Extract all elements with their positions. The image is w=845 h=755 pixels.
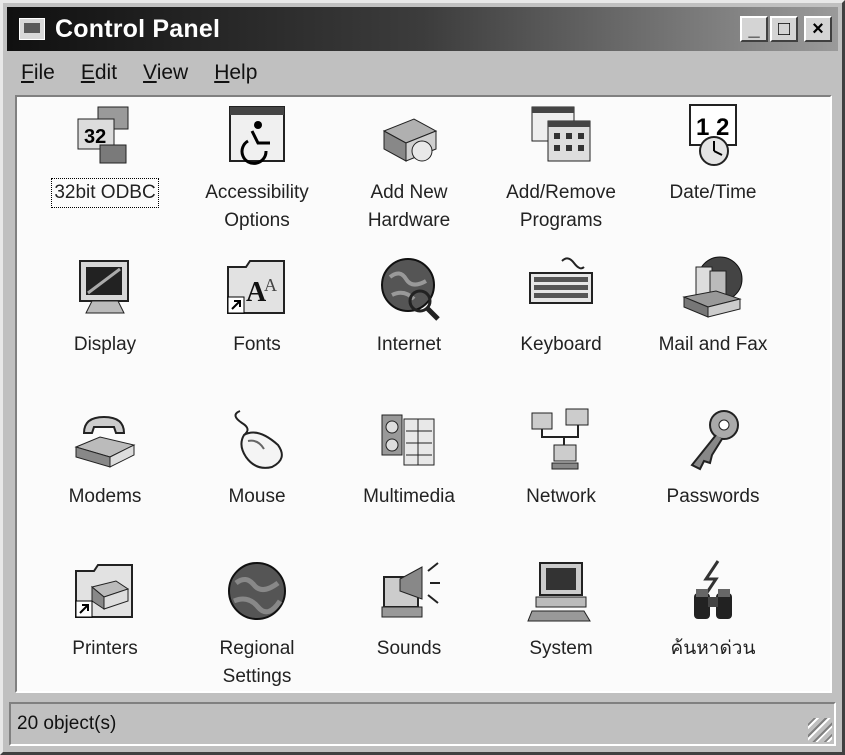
cp-item-display[interactable]: Display bbox=[29, 253, 181, 405]
fonts-icon: AA bbox=[222, 253, 292, 323]
regional-settings-icon bbox=[222, 557, 292, 627]
menu-help[interactable]: Help bbox=[210, 59, 261, 87]
cp-item-mail-and-fax[interactable]: Mail and Fax bbox=[637, 253, 789, 405]
cp-item-network[interactable]: Network bbox=[485, 405, 637, 557]
cp-item-accessibility-options[interactable]: Accessibility Options bbox=[181, 101, 333, 253]
mouse-icon bbox=[222, 405, 292, 475]
control-panel-window: Control Panel _ □ × File Edit View Help … bbox=[0, 0, 845, 755]
cp-item-printers[interactable]: Printers bbox=[29, 557, 181, 709]
close-button[interactable]: × bbox=[804, 16, 832, 42]
menu-bar: File Edit View Help bbox=[7, 55, 838, 91]
cp-item-label: Mail and Fax bbox=[658, 334, 768, 355]
cp-item-label: Multimedia bbox=[363, 486, 455, 507]
status-text: 20 object(s) bbox=[17, 713, 117, 734]
keyboard-icon bbox=[526, 253, 596, 323]
mail-fax-icon bbox=[678, 253, 748, 323]
cp-item-fonts[interactable]: AA Fonts bbox=[181, 253, 333, 405]
cp-item-add-new-hardware[interactable]: Add New Hardware bbox=[333, 101, 485, 253]
modem-icon bbox=[70, 405, 140, 475]
cp-item-quick-find[interactable]: ค้นหาด่วน bbox=[637, 557, 789, 709]
passwords-icon bbox=[678, 405, 748, 475]
cp-item-label: Network bbox=[526, 486, 596, 507]
display-icon bbox=[70, 253, 140, 323]
menu-file-label: ile bbox=[33, 61, 55, 84]
cp-item-sounds[interactable]: Sounds bbox=[333, 557, 485, 709]
quick-find-icon bbox=[678, 557, 748, 627]
menu-edit-accel: E bbox=[80, 61, 95, 84]
status-bar: 20 object(s) bbox=[9, 702, 836, 746]
icon-grid: 32 32bit ODBC Accessibility Options Add … bbox=[17, 97, 830, 691]
date-time-icon: 12 bbox=[678, 101, 748, 171]
cp-item-add-remove-programs[interactable]: Add/Remove Programs bbox=[485, 101, 637, 253]
internet-icon bbox=[374, 253, 444, 323]
cp-item-system[interactable]: System bbox=[485, 557, 637, 709]
cp-item-internet[interactable]: Internet bbox=[333, 253, 485, 405]
add-hardware-icon bbox=[374, 101, 444, 171]
cp-item-label: Fonts bbox=[233, 334, 281, 355]
cp-item-label: Modems bbox=[68, 486, 142, 507]
cp-item-passwords[interactable]: Passwords bbox=[637, 405, 789, 557]
control-panel-icon[interactable] bbox=[19, 18, 45, 40]
system-icon bbox=[526, 557, 596, 627]
printers-icon bbox=[70, 557, 140, 627]
svg-text:1: 1 bbox=[696, 114, 709, 141]
cp-item-32bit-odbc[interactable]: 32 32bit ODBC bbox=[29, 101, 181, 253]
cp-item-label: Add/Remove Programs bbox=[506, 182, 616, 231]
cp-item-label: Accessibility Options bbox=[205, 182, 309, 231]
cp-item-label: Printers bbox=[72, 638, 138, 659]
cp-item-modems[interactable]: Modems bbox=[29, 405, 181, 557]
cp-item-label: System bbox=[529, 638, 593, 659]
resize-grip[interactable] bbox=[808, 718, 832, 742]
cp-item-regional-settings[interactable]: Regional Settings bbox=[181, 557, 333, 709]
cp-item-keyboard[interactable]: Keyboard bbox=[485, 253, 637, 405]
sounds-icon bbox=[374, 557, 444, 627]
accessibility-icon bbox=[222, 101, 292, 171]
menu-file[interactable]: File bbox=[17, 59, 59, 87]
maximize-button[interactable]: □ bbox=[770, 16, 798, 42]
menu-view-accel: V bbox=[143, 61, 157, 84]
cp-item-label: Passwords bbox=[666, 486, 760, 507]
cp-item-date-time[interactable]: 12 Date/Time bbox=[637, 101, 789, 253]
cp-item-label: Date/Time bbox=[669, 182, 757, 203]
cp-item-mouse[interactable]: Mouse bbox=[181, 405, 333, 557]
network-icon bbox=[526, 405, 596, 475]
menu-file-accel: F bbox=[21, 61, 34, 84]
menu-view-label: iew bbox=[156, 61, 189, 84]
menu-edit[interactable]: Edit bbox=[77, 59, 121, 87]
multimedia-icon bbox=[374, 405, 444, 475]
icon-view[interactable]: 32 32bit ODBC Accessibility Options Add … bbox=[15, 95, 832, 693]
menu-help-label: elp bbox=[229, 61, 258, 84]
cp-item-label: ค้นหาด่วน bbox=[670, 638, 756, 659]
window-controls: _ □ × bbox=[740, 16, 832, 42]
menu-help-accel: H bbox=[214, 61, 230, 84]
menu-view[interactable]: View bbox=[139, 59, 192, 87]
cp-item-label: 32bit ODBC bbox=[51, 178, 159, 208]
window-title: Control Panel bbox=[55, 14, 221, 43]
cp-item-multimedia[interactable]: Multimedia bbox=[333, 405, 485, 557]
cp-item-label: Internet bbox=[376, 334, 442, 355]
cp-item-label: Regional Settings bbox=[219, 638, 295, 687]
add-remove-programs-icon bbox=[526, 101, 596, 171]
svg-text:A: A bbox=[264, 275, 277, 295]
title-bar[interactable]: Control Panel _ □ × bbox=[7, 7, 838, 51]
menu-edit-label: dit bbox=[94, 61, 118, 84]
cp-item-label: Sounds bbox=[376, 638, 442, 659]
cp-item-label: Mouse bbox=[228, 486, 286, 507]
cp-item-label: Keyboard bbox=[520, 334, 602, 355]
minimize-button[interactable]: _ bbox=[740, 16, 768, 42]
odbc-icon: 32 bbox=[70, 101, 140, 171]
cp-item-label: Display bbox=[73, 334, 137, 355]
cp-item-label: Add New Hardware bbox=[367, 182, 451, 231]
